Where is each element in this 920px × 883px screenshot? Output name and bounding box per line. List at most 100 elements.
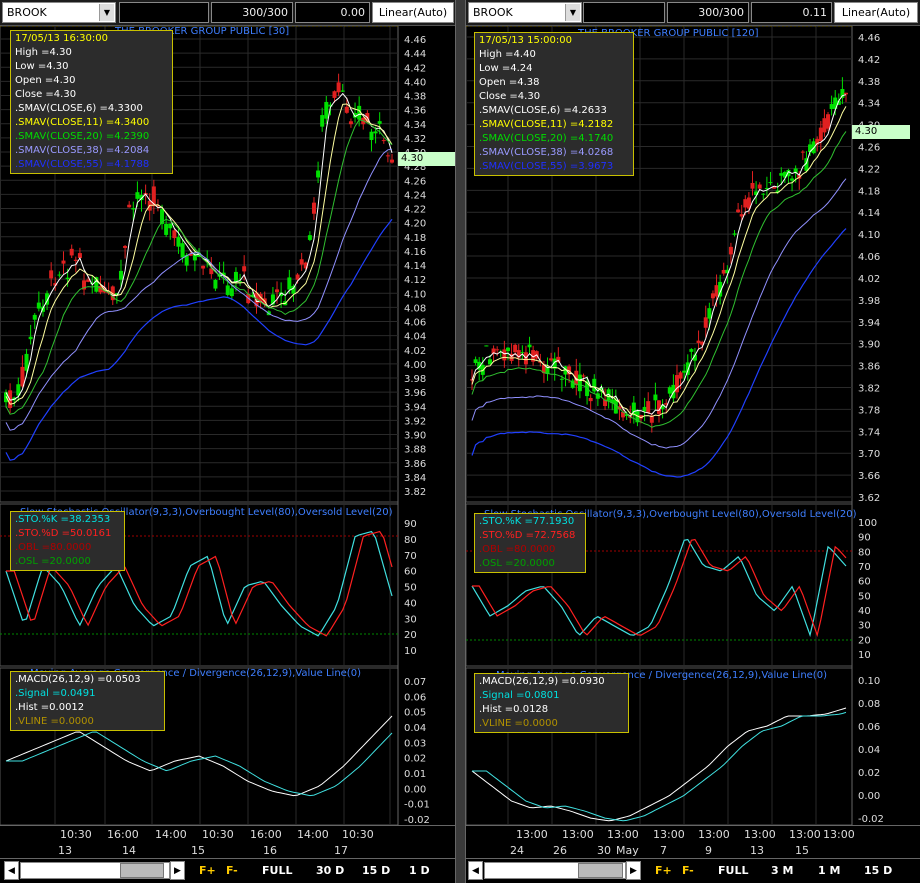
macd-tick-label: 0.08 bbox=[858, 699, 880, 710]
candle-body bbox=[829, 104, 834, 109]
candle-body bbox=[653, 394, 658, 401]
range-15d-button[interactable]: 15 D bbox=[362, 862, 390, 880]
candle-body bbox=[340, 90, 345, 92]
zoom-out-button[interactable]: F- bbox=[682, 862, 694, 880]
stochastic-tick-label: 90 bbox=[404, 519, 417, 530]
candle-body bbox=[559, 378, 564, 380]
price-tick-label: 3.82 bbox=[404, 487, 426, 498]
legend-signal: .Signal =0.0491 bbox=[15, 688, 96, 699]
candle-body bbox=[495, 349, 500, 351]
legend-sma11: .SMAV(CLOSE,11) =4.2182 bbox=[479, 119, 614, 130]
candle-body bbox=[818, 127, 823, 142]
legend-sto-d: .STO.%D =50.0161 bbox=[15, 528, 112, 539]
range-1m-button[interactable]: 1 M bbox=[818, 862, 840, 880]
candle-body bbox=[826, 114, 831, 129]
candle-body bbox=[61, 260, 66, 264]
range-1d-button[interactable]: 1 D bbox=[409, 862, 430, 880]
price-tick-label: 3.96 bbox=[404, 388, 426, 399]
chart-panel-right[interactable]: BROOK ▼ 300/300 0.11 Linear(Auto) 4.46 4.… bbox=[466, 0, 920, 883]
legend-low: Low =4.30 bbox=[15, 61, 69, 72]
scroll-right-icon[interactable]: ▶ bbox=[626, 861, 641, 880]
stochastic-tick-label: 30 bbox=[858, 621, 871, 632]
candle-body bbox=[324, 101, 329, 119]
candle-body bbox=[233, 271, 238, 282]
zoom-out-button[interactable]: F- bbox=[226, 862, 238, 880]
navigation-bar: ◀ ▶ F+ F- FULL 3 M 1 M 15 D bbox=[466, 858, 920, 883]
candle-body bbox=[390, 159, 394, 163]
time-label: 13:00 bbox=[823, 828, 855, 841]
symbol-dropdown[interactable]: BROOK ▼ bbox=[2, 2, 116, 23]
scroll-right-icon[interactable]: ▶ bbox=[170, 861, 185, 880]
candle-body bbox=[307, 235, 312, 240]
price-tick-label: 4.36 bbox=[404, 106, 426, 117]
price-tick-label: 3.84 bbox=[404, 473, 426, 484]
panel-splitter[interactable] bbox=[455, 0, 466, 883]
date-label: 9 bbox=[705, 844, 712, 857]
legend-datetime: 17/05/13 16:30:00 bbox=[15, 33, 109, 44]
candle-body bbox=[696, 340, 701, 343]
range-3m-button[interactable]: 3 M bbox=[771, 862, 793, 880]
panel-toolbar: BROOK ▼ 300/300 0.00 Linear(Auto) bbox=[0, 0, 455, 26]
price-tick-label: 3.86 bbox=[404, 459, 426, 470]
price-tick-label: 4.14 bbox=[404, 261, 426, 272]
range-full-button[interactable]: FULL bbox=[718, 862, 748, 880]
price-tick-label: 3.70 bbox=[858, 449, 880, 460]
bar-count: 300/300 bbox=[667, 2, 749, 23]
macd-legend: .MACD(26,12,9) =0.0503 .Signal =0.0491 .… bbox=[10, 671, 165, 731]
candle-body bbox=[520, 352, 525, 354]
candle-body bbox=[164, 223, 169, 235]
symbol-value: BROOK bbox=[473, 6, 513, 19]
price-tick-label: 4.20 bbox=[404, 219, 426, 230]
scroll-left-icon[interactable]: ◀ bbox=[468, 861, 483, 880]
price-tick-label: 4.00 bbox=[404, 360, 426, 371]
candle-body bbox=[513, 344, 518, 353]
sma55-line bbox=[471, 228, 847, 478]
time-label: 13:00 bbox=[789, 828, 821, 841]
legend-obl: .OBL =80.0000 bbox=[15, 542, 92, 553]
range-full-button[interactable]: FULL bbox=[262, 862, 292, 880]
signal-line bbox=[6, 731, 393, 797]
candle-body bbox=[49, 270, 54, 279]
candle-body bbox=[707, 308, 712, 319]
candle-body bbox=[703, 317, 708, 328]
scale-selector[interactable]: Linear(Auto) bbox=[372, 2, 454, 23]
chevron-down-icon[interactable]: ▼ bbox=[565, 4, 580, 21]
toolbar-empty-field bbox=[119, 2, 209, 23]
candle-body bbox=[225, 285, 230, 295]
legend-sto-d: .STO.%D =72.7568 bbox=[479, 530, 576, 541]
zoom-in-button[interactable]: F+ bbox=[199, 862, 216, 880]
symbol-dropdown[interactable]: BROOK ▼ bbox=[468, 2, 582, 23]
toolbar-empty-field bbox=[583, 2, 665, 23]
time-label: 13:00 bbox=[516, 828, 548, 841]
legend-close: Close =4.30 bbox=[15, 89, 77, 100]
candle-body bbox=[646, 401, 651, 414]
legend-vline: .VLINE =0.0000 bbox=[15, 716, 94, 727]
last-price-tag: 4.30 bbox=[852, 125, 910, 139]
time-axis: 10:30 16:00 14:00 10:30 16:00 14:00 10:3… bbox=[0, 825, 455, 859]
price-tick-label: 4.34 bbox=[404, 120, 426, 131]
time-label: 14:00 bbox=[155, 828, 187, 841]
candle-body bbox=[377, 121, 382, 124]
date-label: 30 bbox=[597, 844, 611, 857]
chart-panel-left[interactable]: BROOK ▼ 300/300 0.00 Linear(Auto) 4.46 4.… bbox=[0, 0, 455, 883]
range-15d-button[interactable]: 15 D bbox=[864, 862, 892, 880]
scale-selector[interactable]: Linear(Auto) bbox=[834, 2, 918, 23]
price-tick-label: 3.98 bbox=[858, 296, 880, 307]
scroll-left-icon[interactable]: ◀ bbox=[4, 861, 19, 880]
price-tick-label: 3.98 bbox=[404, 374, 426, 385]
zoom-in-button[interactable]: F+ bbox=[655, 862, 672, 880]
date-label: 13 bbox=[750, 844, 764, 857]
stochastic-tick-label: 40 bbox=[404, 598, 417, 609]
price-tick-label: 4.06 bbox=[858, 252, 880, 263]
range-30d-button[interactable]: 30 D bbox=[316, 862, 344, 880]
candle-body bbox=[800, 151, 805, 153]
macd-tick-label: -0.02 bbox=[858, 814, 884, 825]
candle-body bbox=[348, 121, 353, 125]
legend-signal: .Signal =0.0801 bbox=[479, 690, 560, 701]
chevron-down-icon[interactable]: ▼ bbox=[99, 4, 114, 21]
time-label: 13:00 bbox=[698, 828, 730, 841]
scrollbar-thumb[interactable] bbox=[120, 863, 164, 878]
scrollbar-thumb[interactable] bbox=[578, 863, 623, 878]
price-tick-label: 4.42 bbox=[858, 55, 880, 66]
candle-body bbox=[505, 347, 510, 352]
